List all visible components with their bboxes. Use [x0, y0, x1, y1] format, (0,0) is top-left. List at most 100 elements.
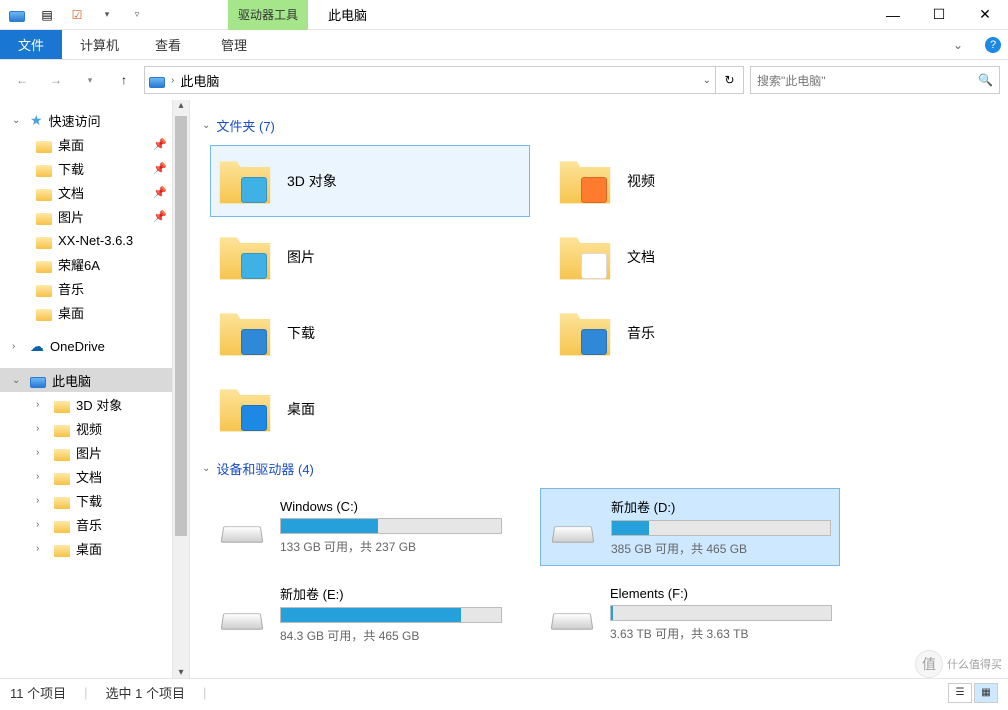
- address-bar[interactable]: › 此电脑 ⌄: [144, 66, 716, 94]
- quick-access-toolbar: ▤ ☑ ▾ ▿: [0, 4, 148, 26]
- sidebar-scrollbar[interactable]: ▴ ▾: [172, 100, 189, 678]
- forward-button[interactable]: →: [42, 66, 70, 94]
- content-pane: ⌄ 文件夹 (7) 3D 对象视频图片 文档下载 音乐桌面 ⌄ 设备和驱动器 (4)…: [190, 100, 1008, 678]
- tree-item[interactable]: › 文档: [0, 464, 189, 488]
- capacity-bar: [280, 518, 502, 534]
- folder-item[interactable]: 文档: [550, 221, 870, 293]
- folder-label: 音乐: [627, 323, 655, 343]
- help-icon[interactable]: ?: [978, 30, 1008, 59]
- folder-label: 桌面: [287, 399, 315, 419]
- tab-manage[interactable]: 管理: [203, 30, 265, 59]
- drive-item[interactable]: 新加卷 (E:) 84.3 GB 可用，共 465 GB: [210, 576, 510, 652]
- tree-item[interactable]: 桌面: [0, 300, 189, 324]
- chevron-right-icon[interactable]: ›: [171, 75, 174, 86]
- status-item-count: 11 个项目: [10, 683, 66, 702]
- folder-item[interactable]: 音乐: [550, 297, 870, 369]
- qat-properties-icon[interactable]: ▤: [36, 4, 58, 26]
- tree-label: 图片: [76, 443, 102, 462]
- group-label: 文件夹 (7): [216, 116, 275, 135]
- minimize-button[interactable]: —: [870, 0, 916, 30]
- tree-item[interactable]: › 图片: [0, 440, 189, 464]
- tree-item[interactable]: 文档📌: [0, 180, 189, 204]
- folder-item[interactable]: 视频: [550, 145, 870, 217]
- drive-icon: [549, 507, 597, 547]
- folder-item[interactable]: 3D 对象: [210, 145, 530, 217]
- refresh-button[interactable]: ↻: [716, 66, 744, 94]
- chevron-right-icon[interactable]: ›: [36, 543, 48, 554]
- tree-item[interactable]: 下载📌: [0, 156, 189, 180]
- pin-icon: 📌: [153, 186, 167, 199]
- folder-item[interactable]: 图片: [210, 221, 530, 293]
- chevron-right-icon[interactable]: ›: [36, 471, 48, 482]
- back-button[interactable]: ←: [8, 66, 36, 94]
- chevron-down-icon[interactable]: ⌄: [202, 463, 210, 474]
- tree-item[interactable]: ›音乐: [0, 512, 189, 536]
- tree-quick-access[interactable]: ⌄ ★ 快速访问: [0, 108, 189, 132]
- drive-icon: [218, 594, 266, 634]
- address-dropdown-icon[interactable]: ⌄: [703, 75, 711, 86]
- folder-icon: [36, 165, 52, 177]
- tree-label: 文档: [76, 467, 102, 486]
- chevron-right-icon[interactable]: ›: [36, 423, 48, 434]
- drive-item[interactable]: Elements (F:) 3.63 TB 可用，共 3.63 TB: [540, 576, 840, 652]
- chevron-right-icon[interactable]: ›: [12, 341, 24, 352]
- tree-item[interactable]: ›桌面: [0, 536, 189, 560]
- tree-this-pc[interactable]: ⌄ 此电脑: [0, 368, 189, 392]
- tree-item[interactable]: 图片📌: [0, 204, 189, 228]
- folder-label: 文档: [627, 247, 655, 267]
- folder-label: 图片: [287, 247, 315, 267]
- breadcrumb[interactable]: 此电脑: [180, 71, 696, 90]
- close-button[interactable]: ✕: [962, 0, 1008, 30]
- tree-item[interactable]: ›3D 对象: [0, 392, 189, 416]
- view-details-icon[interactable]: ☰: [948, 683, 972, 703]
- qat-overflow-icon[interactable]: ▿: [126, 4, 148, 26]
- tab-view[interactable]: 查看: [137, 30, 199, 59]
- chevron-right-icon[interactable]: ›: [36, 495, 48, 506]
- recent-locations-icon[interactable]: ▾: [76, 66, 104, 94]
- tree-item[interactable]: 音乐: [0, 276, 189, 300]
- folder-icon: [217, 153, 273, 209]
- drive-status: 84.3 GB 可用，共 465 GB: [280, 627, 502, 644]
- folder-item[interactable]: 桌面: [210, 373, 530, 445]
- qat-dropdown-icon[interactable]: ▾: [96, 4, 118, 26]
- folder-icon: [54, 401, 70, 413]
- folder-item[interactable]: 下载: [210, 297, 530, 369]
- scroll-up-icon[interactable]: ▴: [173, 100, 189, 111]
- folder-icon: [54, 545, 70, 557]
- location-icon: [149, 77, 165, 88]
- search-icon[interactable]: 🔍: [978, 73, 993, 87]
- folder-icon: [36, 213, 52, 225]
- drive-item[interactable]: Windows (C:) 133 GB 可用，共 237 GB: [210, 488, 510, 566]
- group-drives[interactable]: ⌄ 设备和驱动器 (4): [202, 459, 996, 478]
- view-large-icons-icon[interactable]: ▦: [974, 683, 998, 703]
- chevron-right-icon[interactable]: ›: [36, 399, 48, 410]
- scroll-thumb[interactable]: [175, 116, 187, 536]
- tree-onedrive[interactable]: › ☁ OneDrive: [0, 334, 189, 358]
- tree-item[interactable]: 荣耀6A: [0, 252, 189, 276]
- folder-icon: [36, 309, 52, 321]
- chevron-down-icon[interactable]: ⌄: [202, 120, 210, 131]
- drive-item[interactable]: 新加卷 (D:) 385 GB 可用，共 465 GB: [540, 488, 840, 566]
- search-box[interactable]: 搜索"此电脑" 🔍: [750, 66, 1000, 94]
- folder-icon: [217, 305, 273, 361]
- ribbon-collapse-icon[interactable]: ⌄: [938, 30, 978, 59]
- tree-item[interactable]: ›视频: [0, 416, 189, 440]
- pin-icon: 📌: [153, 138, 167, 151]
- drive-name: 新加卷 (E:): [280, 584, 502, 603]
- tree-item[interactable]: ›下载: [0, 488, 189, 512]
- qat-checkbox-icon[interactable]: ☑: [66, 4, 88, 26]
- group-folders[interactable]: ⌄ 文件夹 (7): [202, 116, 996, 135]
- tab-file[interactable]: 文件: [0, 30, 62, 59]
- tab-computer[interactable]: 计算机: [62, 30, 137, 59]
- maximize-button[interactable]: ☐: [916, 0, 962, 30]
- status-bar: 11 个项目 | 选中 1 个项目 | ☰ ▦: [0, 678, 1008, 706]
- cloud-icon: ☁: [30, 338, 44, 355]
- chevron-right-icon[interactable]: ›: [36, 447, 48, 458]
- tree-item[interactable]: 桌面📌: [0, 132, 189, 156]
- chevron-right-icon[interactable]: ›: [36, 519, 48, 530]
- up-button[interactable]: ↑: [110, 66, 138, 94]
- scroll-down-icon[interactable]: ▾: [173, 667, 189, 678]
- chevron-down-icon[interactable]: ⌄: [12, 375, 24, 386]
- chevron-down-icon[interactable]: ⌄: [12, 115, 24, 126]
- tree-item[interactable]: XX-Net-3.6.3: [0, 228, 189, 252]
